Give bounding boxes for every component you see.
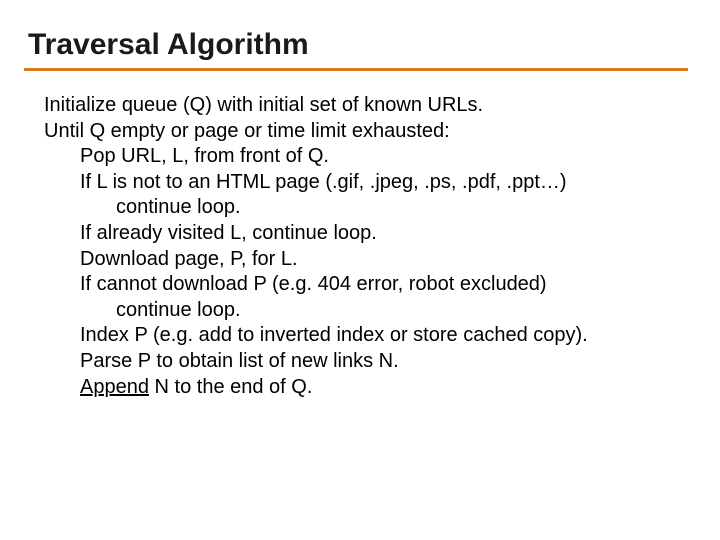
horizontal-rule: [24, 68, 688, 71]
algo-line: continue loop.: [116, 195, 688, 221]
slide: Traversal Algorithm Initialize queue (Q)…: [0, 0, 720, 540]
algo-line: Index P (e.g. add to inverted index or s…: [80, 323, 688, 349]
algo-line: Append N to the end of Q.: [80, 375, 688, 401]
slide-title: Traversal Algorithm: [28, 28, 688, 62]
algo-line: If already visited L, continue loop.: [80, 221, 688, 247]
algo-line: Initialize queue (Q) with initial set of…: [44, 93, 688, 119]
algo-line: continue loop.: [116, 298, 688, 324]
slide-body: Initialize queue (Q) with initial set of…: [24, 93, 688, 400]
algo-line: Pop URL, L, from front of Q.: [80, 144, 688, 170]
algo-line: Parse P to obtain list of new links N.: [80, 349, 688, 375]
algo-line: If L is not to an HTML page (.gif, .jpeg…: [80, 170, 688, 196]
algo-line: Until Q empty or page or time limit exha…: [44, 119, 688, 145]
algo-line: Download page, P, for L.: [80, 247, 688, 273]
algo-line-underlined: Append: [80, 376, 149, 398]
algo-line-rest: N to the end of Q.: [149, 376, 312, 398]
algo-line: If cannot download P (e.g. 404 error, ro…: [80, 272, 688, 298]
